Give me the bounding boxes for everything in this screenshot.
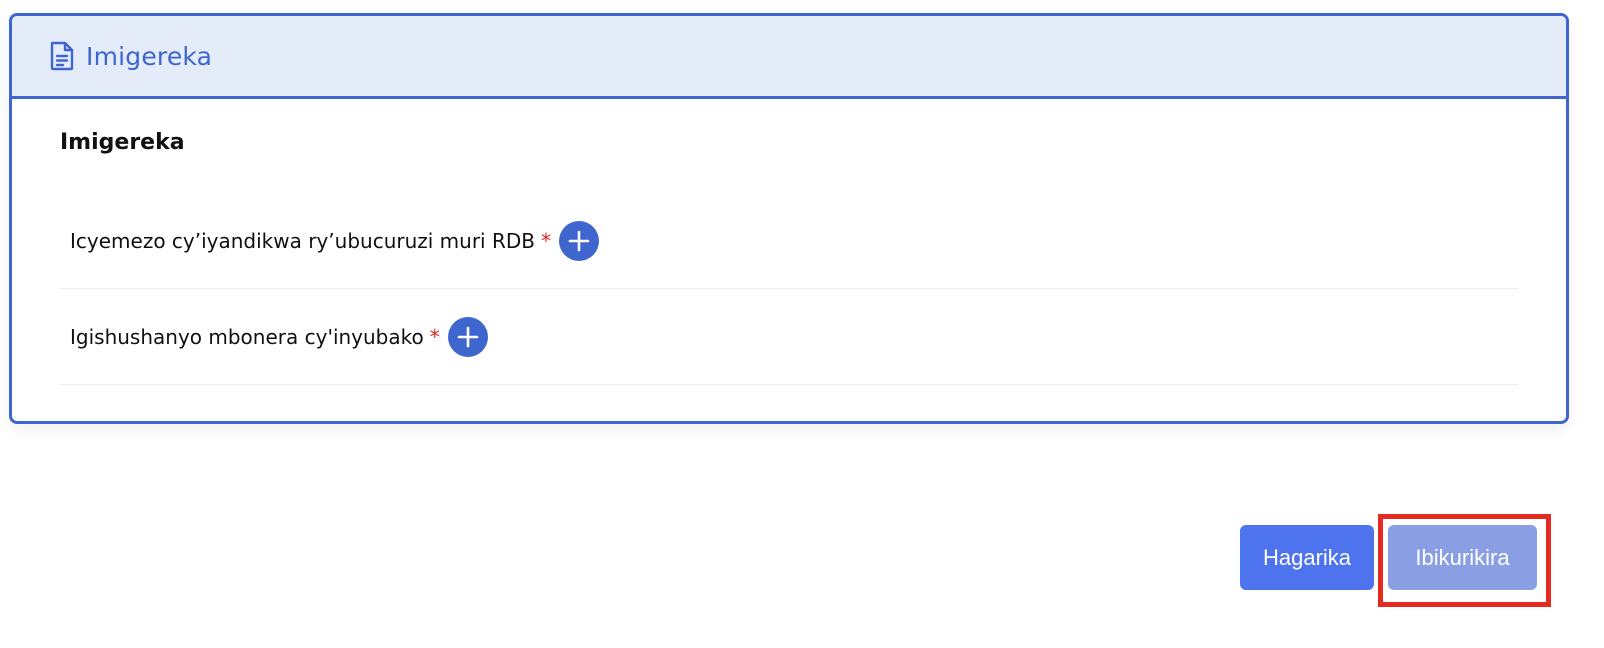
document-label: Icyemezo cy’iyandikwa ry’ubucuruzi muri … [70, 228, 535, 253]
card-header: Imigereka [12, 16, 1566, 99]
page: Imigereka Imigereka Icyemezo cy’iyandikw… [0, 0, 1604, 648]
plus-icon [568, 230, 590, 251]
required-asterisk: * [541, 228, 551, 253]
cancel-button[interactable]: Hagarika [1240, 525, 1374, 590]
required-asterisk: * [429, 324, 440, 349]
document-icon [48, 40, 76, 72]
next-button[interactable]: Ibikurikira [1388, 525, 1537, 590]
attachments-card: Imigereka Imigereka Icyemezo cy’iyandikw… [9, 13, 1569, 424]
add-building-plan-button[interactable] [447, 316, 488, 357]
document-row-building-plan: Igishushanyo mbonera cy'inyubako * [60, 289, 1518, 385]
plus-icon [457, 326, 479, 347]
document-row-rdb-certificate: Icyemezo cy’iyandikwa ry’ubucuruzi muri … [60, 193, 1518, 289]
document-label: Igishushanyo mbonera cy'inyubako [70, 324, 424, 349]
add-rdb-certificate-button[interactable] [559, 220, 599, 261]
section-title: Imigereka [60, 130, 185, 155]
card-body: Imigereka Icyemezo cy’iyandikwa ry’ubucu… [12, 99, 1566, 385]
card-title: Imigereka [86, 41, 213, 71]
